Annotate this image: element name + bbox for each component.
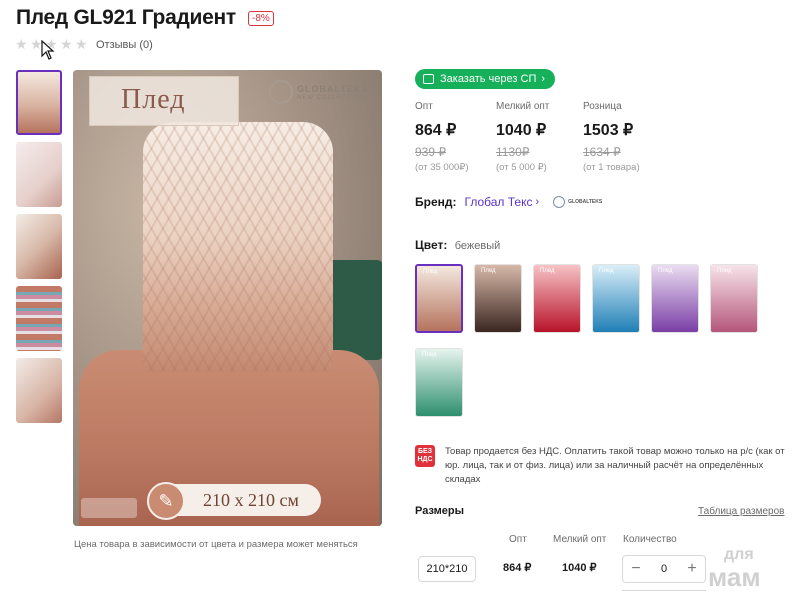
nds-text: Товар продается без НДС. Оплатить такой … <box>445 446 785 485</box>
swatch-tag: Плед <box>717 268 732 274</box>
color-swatch-4[interactable]: Плед <box>592 264 640 333</box>
swatch-tag: Плед <box>540 268 555 274</box>
quantity-value[interactable]: 0 <box>661 563 667 575</box>
column-header-small-opt: Мелкий опт <box>553 534 607 545</box>
price-condition: (от 35 000₽) <box>415 162 469 173</box>
star-icon[interactable]: ★ <box>15 37 28 51</box>
thumbnail-5[interactable] <box>16 358 62 423</box>
thumbnail-4[interactable] <box>16 286 62 351</box>
site-watermark: для мам <box>708 544 761 592</box>
size-option[interactable]: 210*210 <box>418 556 476 582</box>
swatch-tag: Плед <box>423 269 438 275</box>
order-via-sp-button[interactable]: Заказать через СП › <box>415 69 556 89</box>
thumbnail-list <box>16 70 62 430</box>
price-value: 864 ₽ <box>415 122 457 139</box>
nds-notice: БЕЗ НДС Товар продается без НДС. Оплатит… <box>415 445 792 487</box>
price-old: 1634 ₽ <box>583 145 621 159</box>
chevron-right-icon: › <box>541 73 546 85</box>
discount-badge: -8% <box>248 11 274 26</box>
price-value: 1503 ₽ <box>583 122 634 139</box>
minus-icon[interactable]: − <box>629 560 643 578</box>
thumbnail-1[interactable] <box>16 70 62 135</box>
color-row: Цвет: бежевый <box>415 238 500 252</box>
size-row-opt-price: 864 ₽ <box>503 562 532 574</box>
no-vat-badge: БЕЗ НДС <box>415 445 435 467</box>
star-icon[interactable]: ★ <box>60 37 73 51</box>
price-small-opt: Мелкий опт 1040 ₽ 1130₽ (от 5 000 ₽) <box>496 101 549 173</box>
price-opt: Опт 864 ₽ 939 ₽ (от 35 000₽) <box>415 101 469 173</box>
brand-label: Бренд: <box>415 195 457 209</box>
main-product-photo[interactable]: Плед GLOBALTEKS NEW COLLECTION 210 х 210… <box>73 70 382 526</box>
photo-brand-tagline: NEW COLLECTION <box>297 94 366 101</box>
photo-heading: Плед <box>121 84 186 115</box>
color-swatch-7[interactable]: Плед <box>415 348 463 417</box>
swatch-tag: Плед <box>481 268 496 274</box>
price-condition: (от 1 товара) <box>583 162 640 173</box>
photo-brand-name: GLOBALTEKS <box>297 83 369 94</box>
plus-icon[interactable]: + <box>685 560 699 578</box>
sizes-title: Размеры <box>415 505 465 517</box>
watermark-line-2: мам <box>708 562 761 592</box>
reviews-link[interactable]: Отзывы (0) <box>96 39 153 51</box>
color-swatch-1[interactable]: Плед <box>415 264 463 333</box>
star-icon[interactable]: ★ <box>75 37 88 51</box>
photo-brand-logo: GLOBALTEKS NEW COLLECTION <box>269 80 368 104</box>
price-old: 939 ₽ <box>415 145 446 159</box>
rating[interactable]: ★ ★ ★ ★ ★ Отзывы (0) <box>15 37 153 51</box>
size-table-link[interactable]: Таблица размеров <box>698 506 784 517</box>
photo-blanket-texture <box>143 122 333 372</box>
product-title: Плед GL921 Градиент <box>16 6 236 29</box>
price-label: Опт <box>415 101 433 112</box>
thumbnail-2[interactable] <box>16 142 62 207</box>
price-condition: (от 5 000 ₽) <box>496 162 547 173</box>
brand-logo-icon <box>553 196 566 208</box>
cart-icon <box>423 74 434 84</box>
brand-row: Бренд: Глобал Текс › GLOBALTEKS <box>415 195 602 209</box>
thumbnail-3[interactable] <box>16 214 62 279</box>
price-retail: Розница 1503 ₽ 1634 ₽ (от 1 товара) <box>583 101 640 173</box>
column-header-qty: Количество <box>623 534 677 545</box>
brand-logo-text: GLOBALTEKS <box>568 199 603 205</box>
price-old: 1130₽ <box>496 145 530 159</box>
brand-circle-icon <box>269 80 293 104</box>
size-row-small-opt-price: 1040 ₽ <box>562 562 597 574</box>
price-note: Цена товара в зависимости от цвета и раз… <box>74 539 358 550</box>
color-label: Цвет: <box>415 238 448 252</box>
mouse-cursor-icon <box>41 40 55 60</box>
photo-watermark <box>81 498 137 518</box>
chevron-right-icon: › <box>535 196 540 208</box>
swatch-tag: Плед <box>658 268 673 274</box>
quantity-stepper[interactable]: − 0 + <box>622 555 706 583</box>
ruler-icon: ✎ <box>147 482 185 520</box>
swatch-tag: Плед <box>599 268 614 274</box>
color-swatch-5[interactable]: Плед <box>651 264 699 333</box>
color-swatch-2[interactable]: Плед <box>474 264 522 333</box>
brand-logo[interactable]: GLOBALTEKS <box>553 196 602 208</box>
brand-link[interactable]: Глобал Текс <box>465 195 533 209</box>
color-swatch-3[interactable]: Плед <box>533 264 581 333</box>
column-header-opt: Опт <box>509 534 527 545</box>
price-label: Розница <box>583 101 622 112</box>
swatch-tag: Плед <box>422 352 437 358</box>
price-label: Мелкий опт <box>496 101 550 112</box>
price-value: 1040 ₽ <box>496 122 547 139</box>
color-value: бежевый <box>454 240 501 252</box>
order-via-sp-label: Заказать через СП <box>440 73 537 85</box>
color-swatch-6[interactable]: Плед <box>710 264 758 333</box>
